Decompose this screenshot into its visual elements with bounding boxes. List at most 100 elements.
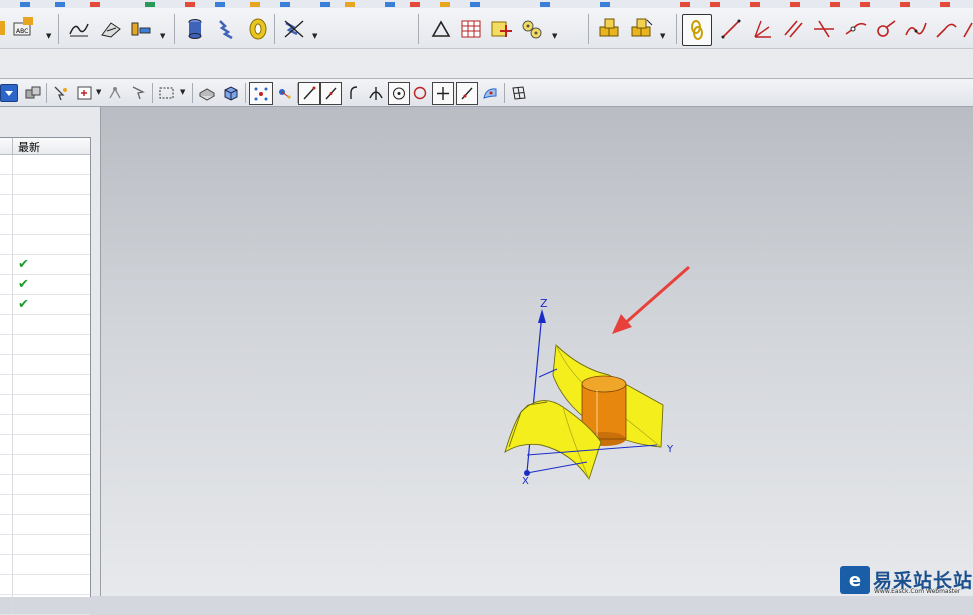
chevron-down-icon[interactable]: ▼ <box>660 32 665 40</box>
assembly-blocks-icon[interactable] <box>596 16 624 42</box>
table-row[interactable] <box>0 195 90 215</box>
snap-existing-point-icon[interactable] <box>432 82 454 105</box>
graphics-viewport[interactable]: Z X Y <box>101 107 973 596</box>
snap-control-point-icon[interactable] <box>344 83 364 103</box>
offset-face-icon[interactable] <box>128 18 154 40</box>
table-row[interactable] <box>0 535 90 555</box>
chevron-down-icon[interactable]: ▼ <box>96 88 101 96</box>
spline-icon[interactable] <box>902 16 930 42</box>
table-row[interactable] <box>0 395 90 415</box>
select-feature-icon[interactable] <box>104 83 126 103</box>
column-divider <box>12 295 13 314</box>
gears-icon[interactable] <box>518 16 546 42</box>
snap-point-on-face-icon[interactable] <box>479 83 501 103</box>
spring-icon[interactable] <box>214 16 242 42</box>
view-cube-icon[interactable] <box>220 83 242 103</box>
annotation-arrow <box>612 265 690 334</box>
table-row[interactable] <box>0 335 90 355</box>
snap-intersection-icon[interactable] <box>366 83 386 103</box>
select-pointer-icon[interactable] <box>128 83 150 103</box>
parallel-lines-icon[interactable] <box>780 16 806 42</box>
table-row[interactable] <box>0 235 90 255</box>
column-divider <box>12 155 13 174</box>
table-row[interactable] <box>0 475 90 495</box>
shaded-solid-icon[interactable] <box>196 83 218 103</box>
table-row[interactable] <box>0 595 90 615</box>
chevron-down-icon[interactable]: ▼ <box>46 32 51 40</box>
toolbar-separator <box>46 83 47 103</box>
column-divider <box>12 375 13 394</box>
snap-endpoint-icon[interactable] <box>298 82 320 105</box>
table-row[interactable] <box>0 455 90 475</box>
toolbar-empty-area <box>0 49 973 79</box>
chevron-down-icon[interactable]: ▼ <box>312 32 317 40</box>
snap-arc-center-icon[interactable] <box>388 82 410 105</box>
arc-icon[interactable] <box>842 16 870 42</box>
column-divider[interactable] <box>12 138 13 154</box>
table-grid-icon[interactable] <box>458 16 484 42</box>
table-row[interactable]: ✔ <box>0 255 90 275</box>
column-divider <box>12 495 13 514</box>
table-row[interactable] <box>0 315 90 335</box>
table-row[interactable] <box>0 555 90 575</box>
table-row[interactable] <box>0 175 90 195</box>
toolbar-separator <box>192 83 193 103</box>
sweep-surface-icon[interactable] <box>98 18 124 40</box>
column-divider <box>12 175 13 194</box>
snap-points-icon[interactable] <box>249 82 273 105</box>
bisector-icon[interactable] <box>810 16 838 42</box>
column-header-latest[interactable]: 最新 <box>18 139 40 155</box>
model-scene[interactable]: Z X Y <box>101 107 973 596</box>
snap-point-on-curve-icon[interactable] <box>456 82 478 105</box>
chain-link-icon[interactable] <box>682 14 712 46</box>
column-divider <box>12 315 13 334</box>
part-navigator-panel: 最新 ✔ ✔ ✔ <box>0 107 101 615</box>
partial-icon[interactable] <box>0 18 6 38</box>
select-arrow-icon[interactable] <box>50 83 72 103</box>
table-row[interactable] <box>0 415 90 435</box>
axis-lines-icon[interactable] <box>748 16 776 42</box>
column-divider <box>12 235 13 254</box>
x-axis-label: X <box>522 476 529 487</box>
table-row[interactable] <box>0 155 90 175</box>
fillet-curve-icon[interactable] <box>932 16 960 42</box>
partial-icon[interactable] <box>962 16 973 42</box>
latest-check-icon: ✔ <box>18 257 29 272</box>
cylinder-icon[interactable] <box>183 16 207 42</box>
select-assembly-icon[interactable] <box>22 83 44 103</box>
grid-mesh-icon[interactable] <box>508 83 530 103</box>
washer-icon[interactable] <box>245 16 271 42</box>
snap-quadrant-icon[interactable] <box>410 83 430 103</box>
toolbar-separator <box>174 14 175 44</box>
chevron-down-icon[interactable]: ▼ <box>180 88 185 96</box>
table-row[interactable] <box>0 435 90 455</box>
chevron-down-icon[interactable]: ▼ <box>552 32 557 40</box>
part-navigator-table: 最新 ✔ ✔ ✔ <box>0 137 91 615</box>
watermark-logo-icon: e <box>840 566 870 594</box>
table-row[interactable] <box>0 355 90 375</box>
column-divider <box>12 335 13 354</box>
assembly-constraints-icon[interactable] <box>628 16 656 42</box>
select-box-icon[interactable] <box>74 83 96 103</box>
chevron-down-icon[interactable]: ▼ <box>160 32 165 40</box>
filter-dropdown-icon[interactable] <box>0 84 18 102</box>
toolbar-separator <box>245 83 246 103</box>
site-watermark: e 易采站长站 Www.Easck.Com Webmaster <box>838 564 973 596</box>
add-part-icon[interactable] <box>488 16 514 42</box>
table-row[interactable] <box>0 375 90 395</box>
line-icon[interactable] <box>718 16 744 42</box>
triangle-icon[interactable] <box>428 16 454 42</box>
table-row[interactable] <box>0 215 90 235</box>
table-row[interactable] <box>0 575 90 595</box>
snap-midpoint-icon[interactable] <box>320 82 342 105</box>
table-row[interactable]: ✔ <box>0 275 90 295</box>
spring-delete-icon[interactable] <box>280 16 308 42</box>
table-row[interactable] <box>0 515 90 535</box>
circle-curve-icon[interactable] <box>872 16 900 42</box>
table-row[interactable]: ✔ <box>0 295 90 315</box>
table-row[interactable] <box>0 495 90 515</box>
surface-curve-icon[interactable] <box>66 18 92 40</box>
rectangle-select-icon[interactable] <box>156 83 178 103</box>
snap-node-icon[interactable] <box>273 83 295 103</box>
text-note-icon[interactable]: ABC <box>10 16 38 42</box>
